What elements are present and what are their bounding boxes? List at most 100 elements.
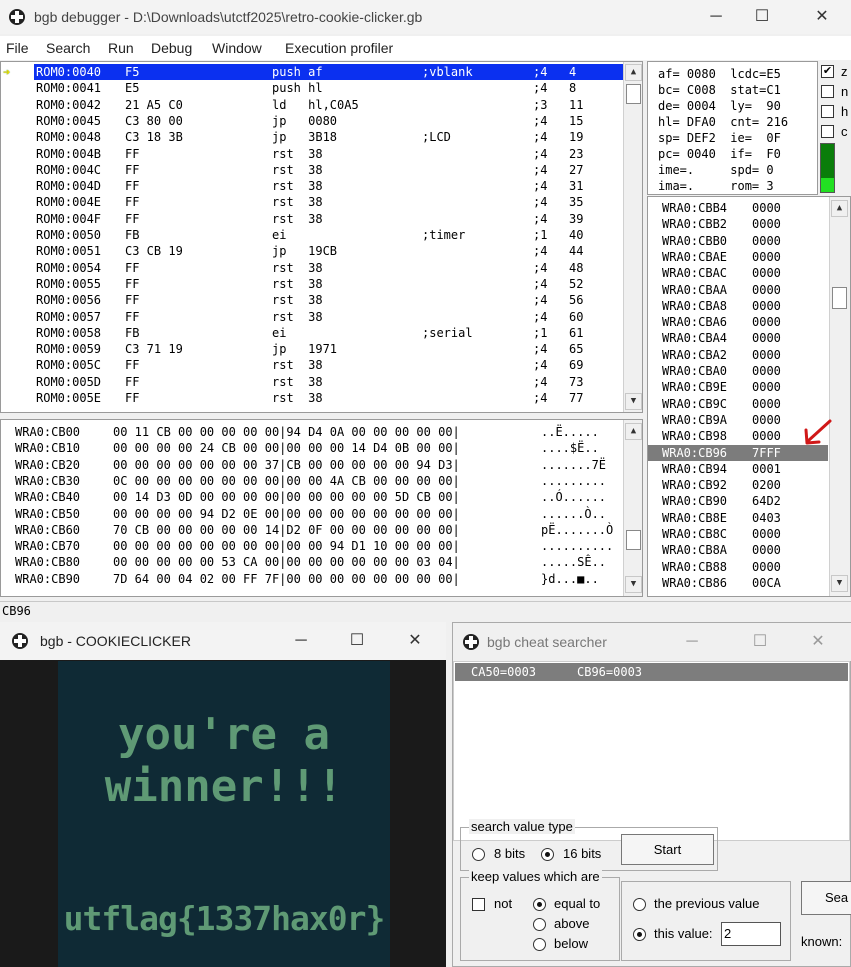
stack-row[interactable]: WRA0:CB8E 0403 <box>648 510 828 526</box>
disasm-row[interactable]: ROM0:004B FF rst 38 ;4 23 <box>1 146 623 162</box>
search-button[interactable]: Sea <box>801 881 851 915</box>
memory-hex[interactable]: 00 14 D3 0D 00 00 00 00|00 00 00 00 00 5… <box>113 489 460 505</box>
stack-row[interactable]: WRA0:CB9C 0000 <box>648 396 828 412</box>
debugger-titlebar[interactable]: bgb debugger - D:\Downloads\utctf2025\re… <box>0 0 851 34</box>
game-titlebar[interactable]: bgb - COOKIECLICKER ─ ☐ ✕ <box>0 622 446 660</box>
menu-window[interactable]: Window <box>212 40 262 56</box>
game-screen[interactable]: you're a winner!!! utflag{1337hax0r} <box>58 661 390 967</box>
stack-pane[interactable]: WRA0:CBB4 0000 WRA0:CBB2 0000 WRA0:CBB0 0000 W… <box>647 196 851 597</box>
menu-file[interactable]: File <box>6 40 29 56</box>
minimize-button[interactable]: ─ <box>669 626 715 658</box>
radio-previous-value[interactable] <box>633 898 646 911</box>
stack-row[interactable]: WRA0:CBAC 0000 <box>648 265 828 281</box>
memory-hex[interactable]: 00 00 00 00 94 D2 0E 00|00 00 00 00 00 0… <box>113 506 460 522</box>
maximize-button[interactable]: ☐ <box>334 625 380 657</box>
disasm-row[interactable]: ROM0:004E FF rst 38 ;4 35 <box>1 194 623 210</box>
stack-row[interactable]: WRA0:CB92 0200 <box>648 477 828 493</box>
start-button[interactable]: Start <box>621 834 714 865</box>
disasm-row[interactable]: ROM0:005E FF rst 38 ;4 77 <box>1 390 623 406</box>
scroll-up-icon[interactable]: ▲ <box>625 423 642 440</box>
stack-row[interactable]: WRA0:CBB0 0000 <box>648 233 828 249</box>
stack-row[interactable]: WRA0:CBB2 0000 <box>648 216 828 232</box>
flag-h-checkbox[interactable] <box>821 105 834 118</box>
memory-hex[interactable]: 7D 64 00 04 02 00 FF 7F|00 00 00 00 00 0… <box>113 571 460 587</box>
minimize-button[interactable]: ─ <box>278 625 324 657</box>
radio-above[interactable] <box>533 918 546 931</box>
memory-hex[interactable]: 00 00 00 00 00 00 00 00|00 00 94 D1 10 0… <box>113 538 460 554</box>
value-input[interactable]: 2 <box>721 922 781 946</box>
not-checkbox[interactable] <box>472 898 485 911</box>
stack-scrollbar[interactable]: ▲ ▼ <box>829 197 850 596</box>
radio-8bits[interactable] <box>472 848 485 861</box>
close-button[interactable]: ✕ <box>799 1 845 33</box>
stack-row[interactable]: WRA0:CBA8 0000 <box>648 298 828 314</box>
disasm-row[interactable]: ROM0:0057 FF rst 38 ;4 60 <box>1 309 623 325</box>
disasm-row[interactable]: ROM0:0048 C3 18 3B jp 3B18 ;LCD ;4 19 <box>1 129 623 145</box>
memory-scrollbar[interactable]: ▲ ▼ <box>623 420 642 596</box>
radio-below[interactable] <box>533 938 546 951</box>
scroll-up-icon[interactable]: ▲ <box>831 200 848 217</box>
stack-row-selected[interactable]: WRA0:CB96 7FFF <box>648 444 828 461</box>
stack-row[interactable]: WRA0:CB88 0000 <box>648 559 828 575</box>
memory-hex[interactable]: 0C 00 00 00 00 00 00 00|00 00 4A CB 00 0… <box>113 473 460 489</box>
disasm-row[interactable]: ROM0:0042 21 A5 C0 ld hl,C0A5 ;3 11 <box>1 97 623 113</box>
scroll-thumb[interactable] <box>626 84 641 104</box>
stack-row[interactable]: WRA0:CB98 0000 <box>648 428 828 444</box>
flag-c-checkbox[interactable] <box>821 125 834 138</box>
flag-z-checkbox[interactable]: ✔ <box>821 65 834 78</box>
disasm-row[interactable]: ROM0:0058 FB ei ;serial ;1 61 <box>1 325 623 341</box>
disasm-row[interactable]: ROM0:0054 FF rst 38 ;4 48 <box>1 260 623 276</box>
disasm-row[interactable]: ROM0:005C FF rst 38 ;4 69 <box>1 357 623 373</box>
maximize-button[interactable]: ☐ <box>737 626 783 658</box>
cheat-result-row[interactable]: CA50=0003 CB96=0003 <box>455 663 848 681</box>
memory-hex[interactable]: 00 00 00 00 24 CB 00 00|00 00 00 14 D4 0… <box>113 440 460 456</box>
radio-equal-to[interactable] <box>533 898 546 911</box>
stack-row[interactable]: WRA0:CBA2 0000 <box>648 347 828 363</box>
disasm-row[interactable]: ROM0:0051 C3 CB 19 jp 19CB ;4 44 <box>1 243 623 259</box>
minimize-button[interactable]: ─ <box>693 1 739 33</box>
memory-pane[interactable]: WRA0:CB00 00 11 CB 00 00 00 00 00|94 D4 0… <box>0 419 643 597</box>
disassembly-pane[interactable]: ➔ ROM0:0040 F5 push af ;vblank ;4 4 ROM0:0041 E5… <box>0 61 643 413</box>
stack-row[interactable]: WRA0:CB9A 0000 <box>648 412 828 428</box>
menu-debug[interactable]: Debug <box>151 40 192 56</box>
scroll-thumb[interactable] <box>832 287 847 309</box>
disasm-row[interactable]: ROM0:0050 FB ei ;timer ;1 40 <box>1 227 623 243</box>
close-button[interactable]: ✕ <box>392 625 438 657</box>
stack-row[interactable]: WRA0:CB86 00CA <box>648 575 828 591</box>
disasm-row[interactable]: ROM0:004C FF rst 38 ;4 27 <box>1 162 623 178</box>
stack-row[interactable]: WRA0:CBA6 0000 <box>648 314 828 330</box>
stack-row[interactable]: WRA0:CBAE 0000 <box>648 249 828 265</box>
disasm-row-current[interactable]: ➔ ROM0:0040 F5 push af ;vblank ;4 4 <box>1 64 623 81</box>
radio-this-value[interactable] <box>633 928 646 941</box>
disasm-scrollbar[interactable]: ▲ ▼ <box>623 62 642 412</box>
memory-hex[interactable]: 00 11 CB 00 00 00 00 00|94 D4 0A 00 00 0… <box>113 424 460 440</box>
cheat-results-list[interactable]: CA50=0003 CB96=0003 <box>453 661 850 841</box>
disasm-row[interactable]: ROM0:005D FF rst 38 ;4 73 <box>1 374 623 390</box>
disasm-row[interactable]: ROM0:0056 FF rst 38 ;4 56 <box>1 292 623 308</box>
stack-row[interactable]: WRA0:CB90 64D2 <box>648 493 828 509</box>
disasm-row[interactable]: ROM0:0055 FF rst 38 ;4 52 <box>1 276 623 292</box>
disasm-row[interactable]: ROM0:0059 C3 71 19 jp 1971 ;4 65 <box>1 341 623 357</box>
stack-row[interactable]: WRA0:CB8A 0000 <box>648 542 828 558</box>
memory-hex[interactable]: 00 00 00 00 00 53 CA 00|00 00 00 00 00 0… <box>113 554 460 570</box>
flag-n-checkbox[interactable] <box>821 85 834 98</box>
stack-row[interactable]: WRA0:CBAA 0000 <box>648 282 828 298</box>
radio-16bits[interactable] <box>541 848 554 861</box>
disasm-row[interactable]: ROM0:004D FF rst 38 ;4 31 <box>1 178 623 194</box>
menu-run[interactable]: Run <box>108 40 134 56</box>
maximize-button[interactable]: ☐ <box>739 1 785 33</box>
stack-row[interactable]: WRA0:CB8C 0000 <box>648 526 828 542</box>
stack-row[interactable]: WRA0:CBB4 0000 <box>648 200 828 216</box>
scroll-down-icon[interactable]: ▼ <box>625 576 642 593</box>
scroll-down-icon[interactable]: ▼ <box>625 393 642 410</box>
scroll-up-icon[interactable]: ▲ <box>625 64 642 81</box>
disasm-row[interactable]: ROM0:0045 C3 80 00 jp 0080 ;4 15 <box>1 113 623 129</box>
memory-hex[interactable]: 70 CB 00 00 00 00 00 14|D2 0F 00 00 00 0… <box>113 522 460 538</box>
menu-search[interactable]: Search <box>46 40 90 56</box>
stack-row[interactable]: WRA0:CB9E 0000 <box>648 379 828 395</box>
scroll-thumb[interactable] <box>626 530 641 550</box>
disasm-row[interactable]: ROM0:0041 E5 push hl ;4 8 <box>1 80 623 96</box>
cheat-titlebar[interactable]: bgb cheat searcher ─ ☐ ✕ <box>453 623 851 661</box>
stack-row[interactable]: WRA0:CBA4 0000 <box>648 330 828 346</box>
menu-execution-profiler[interactable]: Execution profiler <box>285 40 393 56</box>
